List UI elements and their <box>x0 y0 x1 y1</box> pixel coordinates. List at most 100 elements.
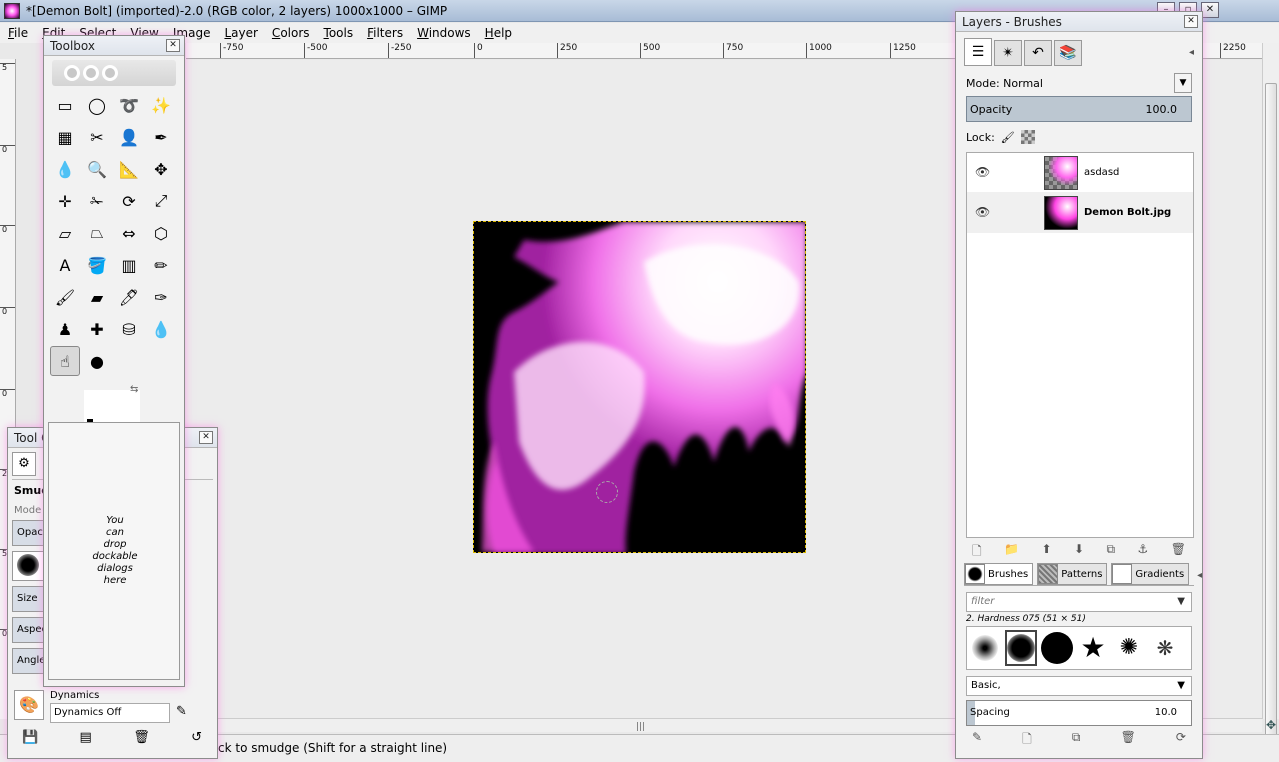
airbrush-icon[interactable]: 🖊 <box>114 282 144 312</box>
layers-tab-icon[interactable]: ☰ <box>964 38 992 66</box>
opacity-value[interactable]: 100.0 <box>1146 103 1178 116</box>
text-icon[interactable]: A <box>50 250 80 280</box>
refresh-brushes-icon[interactable]: ⟳ <box>1176 730 1186 750</box>
chevron-down-icon[interactable]: ▼ <box>1177 593 1185 611</box>
edit-icon[interactable]: ✎ <box>176 704 187 719</box>
paths-icon[interactable]: ✒ <box>146 122 176 152</box>
delete-brush-icon[interactable]: 🗑 <box>1121 730 1136 750</box>
visibility-eye-icon[interactable]: 👁 <box>975 165 990 179</box>
dynamics-icon[interactable]: 🎨 <box>14 690 44 720</box>
dock-drop-zone[interactable]: You can drop dockable dialogs here <box>48 422 180 680</box>
ellipse-select-icon[interactable]: ◯ <box>82 90 112 120</box>
color-picker-icon[interactable]: 💧 <box>50 154 80 184</box>
brush-grunge-icon[interactable]: ❋ <box>1149 630 1181 666</box>
duplicate-brush-icon[interactable]: ⧉ <box>1072 730 1081 750</box>
dock-menu-icon[interactable]: ◂ <box>1189 47 1194 58</box>
gimp-window: *[Demon Bolt] (imported)-2.0 (RGB color,… <box>0 0 1279 762</box>
close-icon[interactable]: ✕ <box>1201 2 1219 18</box>
menu-file[interactable]: File <box>8 26 28 40</box>
layer-name[interactable]: Demon Bolt.jpg <box>1084 207 1171 218</box>
dock-menu-icon[interactable]: ◂ <box>1197 570 1202 581</box>
bucket-fill-icon[interactable]: 🪣 <box>82 250 112 280</box>
visibility-eye-icon[interactable]: 👁 <box>975 205 990 219</box>
dodge-burn-icon[interactable]: ● <box>82 346 112 376</box>
clone-icon[interactable]: ♟ <box>50 314 80 344</box>
pencil-icon[interactable]: ✏ <box>146 250 176 280</box>
blur-icon[interactable]: 💧 <box>146 314 176 344</box>
vertical-scrollbar[interactable] <box>1262 43 1279 743</box>
dynamics-field[interactable]: Dynamics Off <box>50 703 170 723</box>
reset-icon[interactable]: ↺ <box>191 730 202 745</box>
gradient-icon[interactable]: ▥ <box>114 250 144 280</box>
align-icon[interactable]: ✛ <box>50 186 80 216</box>
close-icon[interactable]: ✕ <box>1184 15 1198 28</box>
smudge-icon[interactable]: ☝ <box>50 346 80 376</box>
scale-icon[interactable]: ⤢ <box>146 186 176 216</box>
window-title: *[Demon Bolt] (imported)-2.0 (RGB color,… <box>26 4 448 18</box>
rotate-icon[interactable]: ⟳ <box>114 186 144 216</box>
vertical-scroll-thumb[interactable] <box>1265 83 1277 743</box>
brush-filter-input[interactable]: filter ▼ <box>966 592 1192 612</box>
tab-brushes[interactable]: Brushes <box>964 563 1034 585</box>
foreground-select-icon[interactable]: 👤 <box>114 122 144 152</box>
crop-icon[interactable]: ✁ <box>82 186 112 216</box>
layer-row[interactable]: 👁 Demon Bolt.jpg <box>967 193 1193 233</box>
menu-filters[interactable]: Filters <box>367 26 403 40</box>
cage-transform-icon[interactable]: ⬡ <box>146 218 176 248</box>
edit-brush-icon[interactable]: ✎ <box>972 730 982 750</box>
brush-preset-select[interactable]: Basic, ▼ <box>966 676 1192 696</box>
menu-tools[interactable]: Tools <box>324 26 354 40</box>
menu-help[interactable]: Help <box>485 26 512 40</box>
flip-icon[interactable]: ⇔ <box>114 218 144 248</box>
tool-options-tab-icon[interactable]: ⚙ <box>12 452 36 476</box>
brush-soft-icon[interactable] <box>969 630 1001 666</box>
fuzzy-select-icon[interactable]: ✨ <box>146 90 176 120</box>
brush-hardness-075-icon[interactable] <box>1005 630 1037 666</box>
measure-icon[interactable]: 📐 <box>114 154 144 184</box>
menu-colors[interactable]: Colors <box>272 26 310 40</box>
brush-splatter-icon[interactable]: ✺ <box>1113 630 1145 666</box>
channels-tab-icon[interactable]: ✴ <box>994 40 1022 66</box>
menu-windows[interactable]: Windows <box>417 26 471 40</box>
scissors-icon[interactable]: ✂ <box>82 122 112 152</box>
menu-layer[interactable]: Layer <box>224 26 257 40</box>
eraser-icon[interactable]: ▰ <box>82 282 112 312</box>
layer-row[interactable]: 👁 asdasd <box>967 153 1193 193</box>
brush-star-icon[interactable]: ★ <box>1077 630 1109 666</box>
heal-icon[interactable]: ✚ <box>82 314 112 344</box>
navigate-icon[interactable]: ✥ <box>1264 718 1278 732</box>
close-icon[interactable]: ✕ <box>166 39 180 52</box>
opacity-slider[interactable]: Opacity 100.0 <box>966 96 1192 122</box>
tab-gradients[interactable]: Gradients <box>1111 563 1190 585</box>
rect-select-icon[interactable]: ▭ <box>50 90 80 120</box>
ink-icon[interactable]: ✑ <box>146 282 176 312</box>
close-icon[interactable]: ✕ <box>199 431 213 444</box>
new-brush-icon[interactable]: 🗋 <box>1022 730 1032 750</box>
perspective-clone-icon[interactable]: ⛁ <box>114 314 144 344</box>
lock-alpha-icon[interactable] <box>1020 130 1035 144</box>
spacing-value[interactable]: 10.0 <box>1155 707 1177 718</box>
zoom-icon[interactable]: 🔍 <box>82 154 112 184</box>
free-select-icon[interactable]: ➰ <box>114 90 144 120</box>
color-select-icon[interactable]: ▦ <box>50 122 80 152</box>
lock-pixels-icon[interactable]: 🖌 <box>1001 131 1015 144</box>
undo-tab-icon[interactable]: ↶ <box>1024 40 1052 66</box>
brush-hard-icon[interactable] <box>1041 630 1073 666</box>
paths-tab-icon[interactable]: 📚 <box>1054 40 1082 66</box>
scroll-grip-icon[interactable]: ||| <box>636 722 645 732</box>
layer-name[interactable]: asdasd <box>1084 167 1119 178</box>
shear-icon[interactable]: ▱ <box>50 218 80 248</box>
swap-colors-icon[interactable]: ⇆ <box>130 384 138 395</box>
perspective-icon[interactable]: ⏢ <box>82 218 112 248</box>
image-canvas[interactable] <box>473 221 806 553</box>
ruler-label: -750 <box>220 43 243 58</box>
chevron-down-icon[interactable]: ▼ <box>1177 677 1185 695</box>
tab-patterns[interactable]: Patterns <box>1037 563 1108 585</box>
delete-icon[interactable]: 🗑 <box>133 730 150 745</box>
chevron-down-icon[interactable]: ▼ <box>1174 73 1192 93</box>
restore-icon[interactable]: ▤ <box>80 730 92 745</box>
paintbrush-icon[interactable]: 🖌 <box>50 282 80 312</box>
save-icon[interactable]: 💾 <box>22 730 38 745</box>
spacing-slider[interactable]: Spacing 10.0 <box>966 700 1192 726</box>
move-icon[interactable]: ✥ <box>146 154 176 184</box>
